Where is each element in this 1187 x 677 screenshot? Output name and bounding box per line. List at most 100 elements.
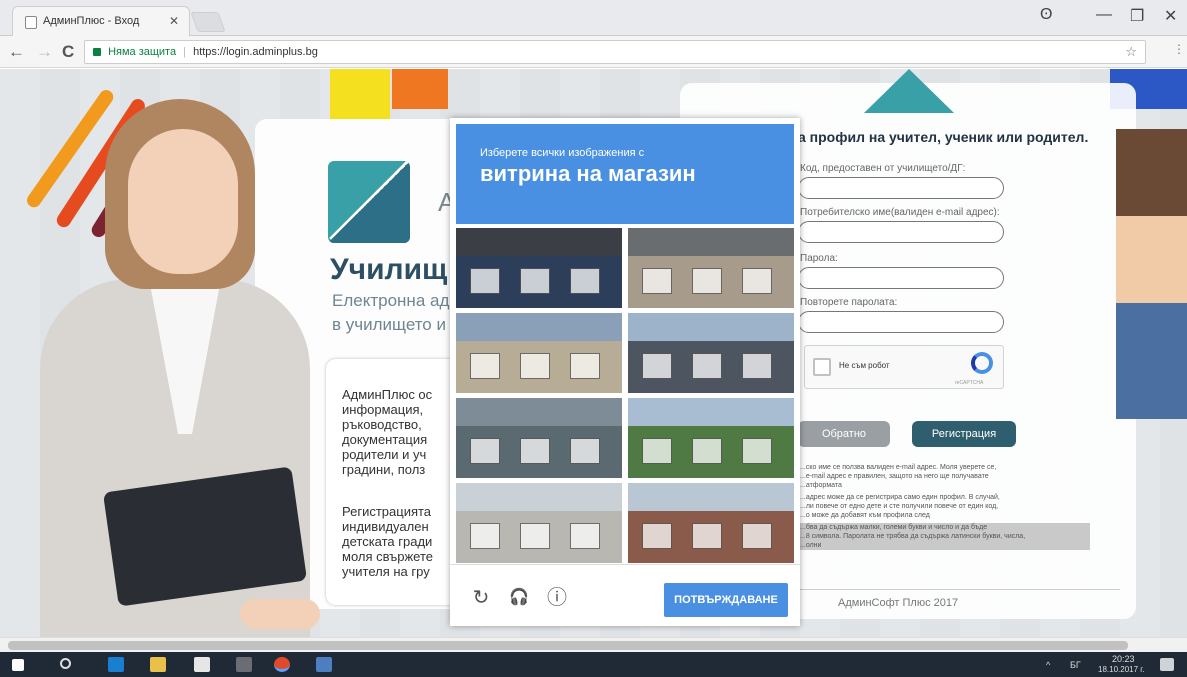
- captcha-keyword: витрина на магазин: [480, 161, 696, 186]
- not-robot-checkbox[interactable]: [813, 358, 831, 376]
- tray-overflow-icon[interactable]: ^: [1046, 660, 1050, 670]
- browser-menu-icon[interactable]: ⋮: [1173, 42, 1185, 56]
- page-favicon-icon: [25, 16, 37, 29]
- new-tab-button[interactable]: [190, 12, 226, 32]
- scrollbar-thumb[interactable]: [8, 641, 1128, 650]
- captcha-tile-6[interactable]: [628, 398, 794, 478]
- language-indicator[interactable]: БГ: [1070, 660, 1081, 670]
- tile-window: [692, 353, 722, 379]
- note-line: ...олни: [800, 541, 1090, 550]
- info-line: детската гради: [342, 534, 433, 549]
- info-line: градини, полз: [342, 462, 426, 477]
- back-arrow-icon[interactable]: ←: [8, 42, 25, 62]
- note-line: ...ско име се ползва валиден e-mail адре…: [800, 464, 997, 471]
- tile-window: [520, 523, 550, 549]
- subtitle-line-2: в училището и: [332, 315, 446, 334]
- tile-sky: [628, 313, 794, 341]
- captcha-tile-2[interactable]: [628, 228, 794, 308]
- tile-window: [742, 523, 772, 549]
- media-player-icon[interactable]: [236, 657, 252, 672]
- close-tab-icon[interactable]: ✕: [169, 14, 179, 28]
- profile-icon[interactable]: ʘ: [1040, 6, 1052, 24]
- tile-sky: [628, 398, 794, 426]
- info-line: информация,: [342, 402, 424, 417]
- note-line: ...e-mail адрес е правилен, защото на не…: [800, 473, 989, 480]
- tile-sky: [456, 313, 622, 341]
- address-bar[interactable]: Няма защита | https://login.adminplus.bg…: [84, 40, 1146, 64]
- recaptcha-widget: Не съм робот reCAPTCHA: [804, 345, 1004, 389]
- reload-icon[interactable]: C: [62, 42, 74, 62]
- tile-window: [642, 353, 672, 379]
- verify-button[interactable]: ПОТВЪРЖДАВАНЕ: [664, 583, 788, 617]
- info-line: АдминПлюс ос: [342, 387, 433, 402]
- search-icon[interactable]: [60, 658, 71, 669]
- file-explorer-icon[interactable]: [150, 657, 166, 672]
- page-viewport: A Училищ Електронна ад в училището и Адм…: [0, 69, 1187, 642]
- edge-browser-icon[interactable]: [108, 657, 124, 672]
- password-label: Парола:: [800, 253, 838, 264]
- sticky-note-decoration: [392, 69, 448, 109]
- info-line: ръководство,: [342, 417, 422, 432]
- close-window-button[interactable]: ✕: [1164, 6, 1177, 26]
- audio-challenge-icon[interactable]: 🎧: [508, 587, 530, 609]
- recaptcha-logo-icon: [971, 352, 993, 374]
- windows-start-icon[interactable]: [12, 659, 24, 671]
- store-icon[interactable]: [194, 657, 210, 672]
- captcha-tile-1[interactable]: [456, 228, 622, 308]
- woman-hand: [240, 599, 320, 629]
- maximize-button[interactable]: ❐: [1130, 6, 1144, 26]
- browser-toolbar: ← → C Няма защита | https://login.adminp…: [0, 36, 1187, 68]
- repeat-password-input[interactable]: [798, 311, 1004, 333]
- info-icon[interactable]: ⓘ: [546, 587, 568, 609]
- clock-date[interactable]: 18.10.2017 г.: [1098, 665, 1144, 674]
- username-label: Потребителско име(валиден e-mail адрес):: [800, 207, 1000, 218]
- captcha-tile-4[interactable]: [628, 313, 794, 393]
- captcha-tile-3[interactable]: [456, 313, 622, 393]
- tile-window: [570, 353, 600, 379]
- note-line: ...ли повече от едно дете и сте получили…: [800, 503, 999, 510]
- captcha-instruction-header: Изберете всички изображения с витрина на…: [456, 124, 794, 224]
- woman-face: [128, 129, 238, 274]
- url-separator: |: [183, 46, 187, 58]
- windows-taskbar: ^ БГ 20:23 18.10.2017 г.: [0, 652, 1187, 677]
- note-line: ...о може да добавят към профила след: [800, 512, 930, 519]
- captcha-tile-5[interactable]: [456, 398, 622, 478]
- code-input[interactable]: [798, 177, 1004, 199]
- info-line: учителя на гру: [342, 564, 430, 579]
- clock-time[interactable]: 20:23: [1112, 654, 1135, 664]
- forward-arrow-icon[interactable]: →: [36, 42, 53, 62]
- info-paragraph-1: АдминПлюс ос информация, ръководство, до…: [342, 387, 452, 477]
- horizontal-scrollbar[interactable]: [0, 637, 1187, 652]
- tile-window: [470, 523, 500, 549]
- tile-sky: [456, 483, 622, 511]
- registration-title: а профил на учител, ученик или родител.: [798, 129, 1089, 145]
- recaptcha-brand: reCAPTCHA: [955, 380, 984, 386]
- minimize-button[interactable]: —: [1096, 6, 1112, 24]
- photos-app-icon[interactable]: [316, 657, 332, 672]
- notifications-icon[interactable]: [1160, 658, 1174, 671]
- username-input[interactable]: [798, 221, 1004, 243]
- tile-window: [470, 353, 500, 379]
- info-line: моля свържете: [342, 549, 433, 564]
- bookmark-star-icon[interactable]: ☆: [1125, 44, 1137, 60]
- tile-window: [692, 438, 722, 464]
- captcha-tile-8[interactable]: [628, 483, 794, 563]
- students-photo: [1116, 129, 1187, 419]
- reload-challenge-icon[interactable]: ↻: [470, 587, 492, 609]
- captcha-tile-7[interactable]: [456, 483, 622, 563]
- password-input[interactable]: [798, 267, 1004, 289]
- note-line: ...бва да съдържа малки, големи букви и …: [800, 523, 1090, 532]
- back-button[interactable]: Обратно: [798, 421, 890, 447]
- tile-window: [742, 438, 772, 464]
- tile-sky: [628, 483, 794, 511]
- tile-window: [570, 523, 600, 549]
- tile-window: [520, 268, 550, 294]
- copyright-footer: АдминСофт Плюс 2017: [838, 597, 959, 609]
- browser-tab[interactable]: АдминПлюс - Вход ✕: [12, 6, 190, 36]
- tile-window: [642, 268, 672, 294]
- tile-window: [470, 438, 500, 464]
- register-button[interactable]: Регистрация: [912, 421, 1016, 447]
- registration-notes: ...ско име се ползва валиден e-mail адре…: [800, 463, 1090, 550]
- tile-window: [692, 523, 722, 549]
- chrome-icon[interactable]: [274, 657, 290, 672]
